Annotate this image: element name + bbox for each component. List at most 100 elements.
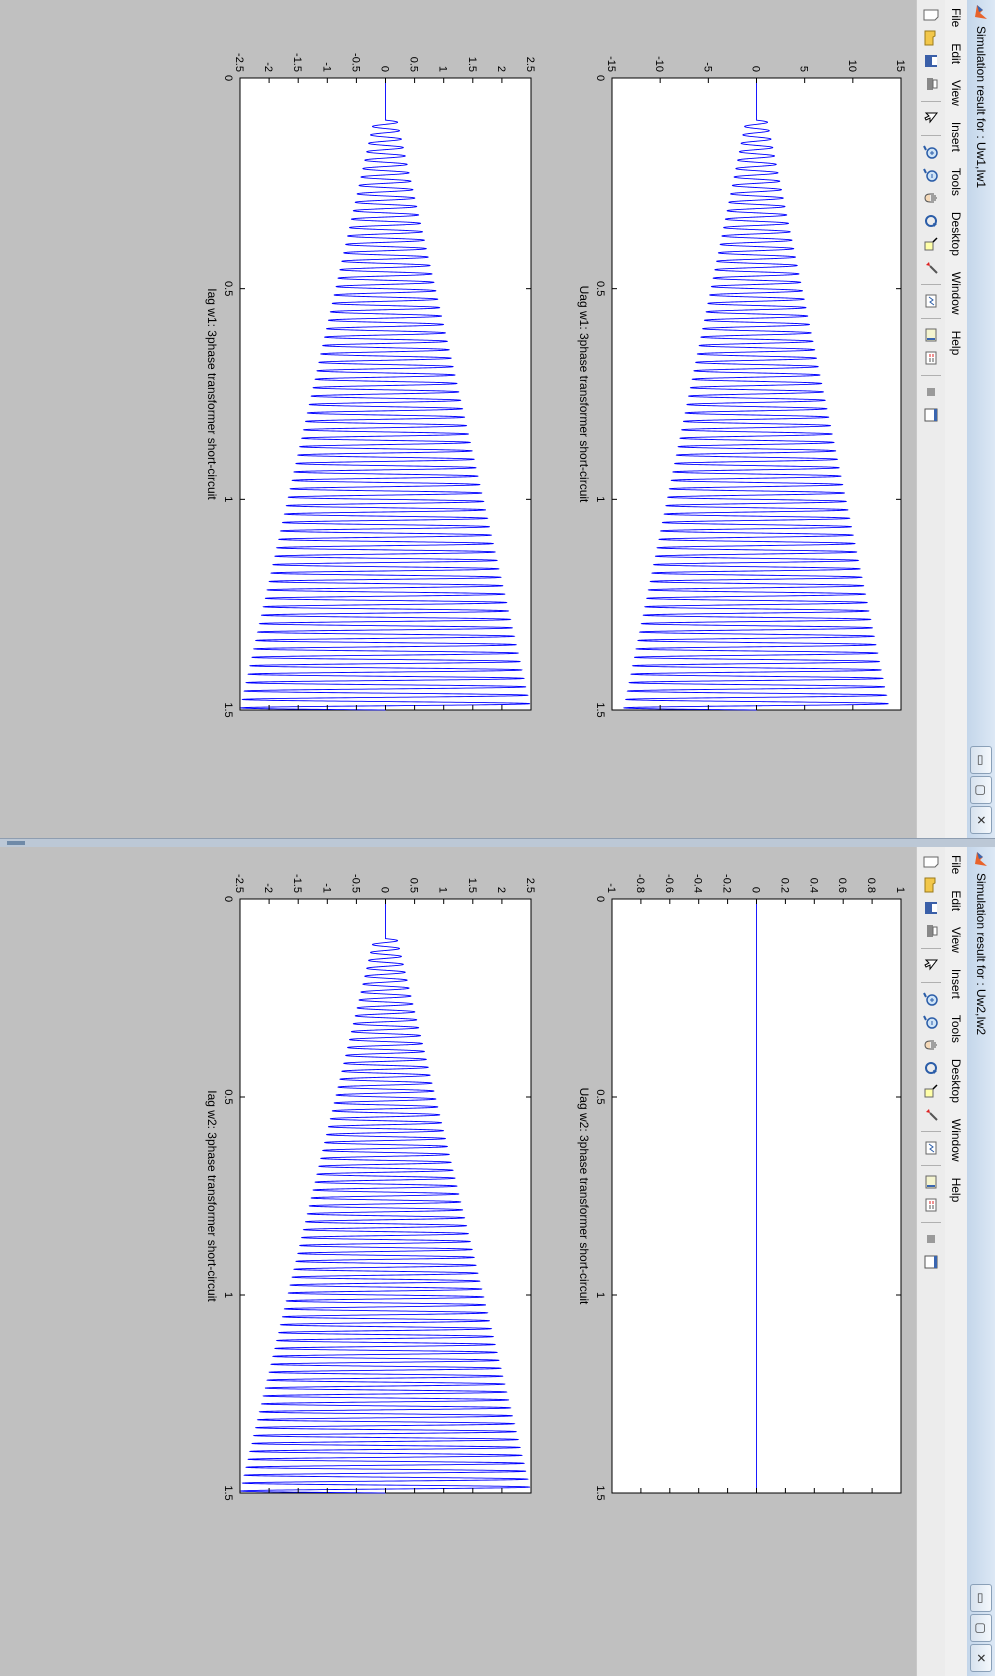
toolbar-separator [921,375,941,376]
y-tick-label: 0 [379,887,391,893]
menu-window[interactable]: Window [949,264,963,323]
menu-tools[interactable]: Tools [949,160,963,204]
y-tick-label: 0 [750,66,762,72]
y-tick-label: 2 [495,66,507,72]
show-plot-tools-icon[interactable] [920,404,942,426]
axes-4[interactable]: 0 0.5 1 1.5 -2.5 -2 -1.5 -1 -0.5 0 0.5 1 1.5 2 2.5 Iag … [205,874,536,1501]
figure-canvas: 00.511.5-15 -10 -5 0 5 10 15Uag w1: 3phase tra… [205,53,906,718]
rotate-3d-icon[interactable] [920,1057,942,1079]
menu-view[interactable]: View [949,919,963,961]
zoom-out-icon[interactable] [920,1011,942,1033]
matlab-icon [975,5,987,19]
y-tick-label: 0.5 [408,878,420,893]
data-cursor-icon[interactable] [920,1080,942,1102]
link-plot-icon[interactable] [920,1137,942,1159]
axes-1[interactable]: 0 0.5 1 1.5 -15 -10 -5 0 5 10 15 Uag w1: 3phase tra… [577,56,906,718]
x-tick-label: 0.5 [222,281,234,296]
edit-plot-icon[interactable] [920,107,942,129]
y-tick-label: 0.6 [836,878,848,893]
menu-bar: File Edit View Insert Tools Desktop Wind… [924,847,967,1676]
title-bar[interactable]: Simulation result for : Uw2,Iw2 ▭ ▢ ✕ [966,847,995,1676]
print-icon[interactable] [920,73,942,95]
pan-icon[interactable] [920,1034,942,1056]
x-tick-label: 1.5 [594,1485,606,1500]
menu-file[interactable]: File [949,847,963,882]
zoom-in-icon[interactable] [920,141,942,163]
axes-2[interactable]: 0 0.5 1 1.5 -2.5 -2 -1.5 -1 -0.5 0 0.5 1 1.5 2 2.5 Iag … [205,53,536,718]
y-tick-label: 1.5 [466,878,478,893]
legend-icon[interactable] [920,1194,942,1216]
data-cursor-icon[interactable] [920,233,942,255]
menu-help[interactable]: Help [949,1170,963,1211]
brush-icon[interactable] [920,256,942,278]
axes-3[interactable]: 0 0.5 1 1.5 -1 -0.8 -0.6 -0.4 -0.2 0 0.2 0.4 0.6 0.8 1… [577,874,906,1501]
print-icon[interactable] [920,920,942,942]
figure-toolbar [916,0,945,838]
x-tick-label: 0 [594,896,606,902]
figure-canvas: 0 0.5 1 1.5 -1 -0.8 -0.6 -0.4 -0.2 0 0.2 0.4 0.6 0.8 1… [205,874,906,1501]
open-file-icon[interactable] [920,874,942,896]
menu-insert[interactable]: Insert [949,114,963,160]
axes-title: Iag w1: 3phase transformer short-circuit [205,288,219,500]
window-title: Simulation result for : Uw1,Iw1 [974,26,988,189]
y-tick-label: -0.5 [349,53,361,72]
show-plot-tools-icon[interactable] [920,1251,942,1273]
title-bar[interactable]: Simulation result for : Uw1,Iw1 ▭ ▢ ✕ [966,0,995,838]
toolbar-separator [921,101,941,102]
menu-desktop[interactable]: Desktop [949,204,963,264]
new-figure-icon[interactable] [920,851,942,873]
x-tick-label: 1 [222,496,234,502]
minimize-button[interactable]: ▭ [970,746,992,774]
save-icon[interactable] [920,50,942,72]
maximize-button[interactable]: ▢ [970,776,992,804]
y-tick-label: -1.5 [291,53,303,72]
matlab-icon [975,852,987,866]
minimize-button[interactable]: ▭ [970,1584,992,1612]
colorbar-icon[interactable] [920,324,942,346]
x-tick-label: 1 [594,1292,606,1298]
menu-file[interactable]: File [949,0,963,35]
toolbar-separator [921,135,941,136]
open-file-icon[interactable] [920,27,942,49]
splitter-grip[interactable] [7,841,25,845]
y-tick-label: -1 [605,883,617,893]
edit-plot-icon[interactable] [920,954,942,976]
save-icon[interactable] [920,897,942,919]
new-figure-icon[interactable] [920,4,942,26]
link-plot-icon[interactable] [920,290,942,312]
pan-icon[interactable] [920,187,942,209]
menu-view[interactable]: View [949,72,963,114]
toolbar-separator [921,1222,941,1223]
y-tick-label: 1 [437,887,449,893]
x-tick-label: 0.5 [594,1089,606,1104]
toolbar-separator [921,1165,941,1166]
brush-icon[interactable] [920,1103,942,1125]
y-tick-label: 0 [750,887,762,893]
menu-desktop[interactable]: Desktop [949,1051,963,1111]
hide-plot-tools-icon[interactable] [920,1228,942,1250]
x-tick-label: 1 [594,496,606,502]
close-button[interactable]: ✕ [970,806,992,834]
legend-icon[interactable] [920,347,942,369]
x-tick-label: 0.5 [594,281,606,296]
toolbar-separator [921,284,941,285]
y-tick-label: 2.5 [524,57,536,72]
menu-window[interactable]: Window [949,1111,963,1170]
menu-edit[interactable]: Edit [949,35,963,72]
menu-help[interactable]: Help [949,323,963,364]
close-button[interactable]: ✕ [970,1644,992,1672]
figure-window-1: Simulation result for : Uw1,Iw1 ▭ ▢ ✕ Fi… [0,0,995,838]
y-tick-label: 1 [437,66,449,72]
menu-insert[interactable]: Insert [949,961,963,1007]
y-tick-label: -1.5 [291,874,303,893]
menu-tools[interactable]: Tools [949,1007,963,1051]
hide-plot-tools-icon[interactable] [920,381,942,403]
y-tick-label: -2.5 [233,874,245,893]
colorbar-icon[interactable] [920,1171,942,1193]
menu-edit[interactable]: Edit [949,882,963,919]
y-tick-label: 0 [379,66,391,72]
zoom-out-icon[interactable] [920,164,942,186]
rotate-3d-icon[interactable] [920,210,942,232]
zoom-in-icon[interactable] [920,988,942,1010]
maximize-button[interactable]: ▢ [970,1614,992,1642]
